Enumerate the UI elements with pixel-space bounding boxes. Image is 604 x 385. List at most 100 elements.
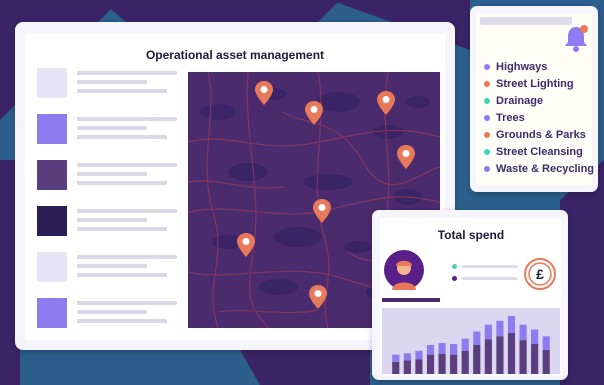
category-label: Waste & Recycling <box>496 163 595 175</box>
categories-header-bar <box>480 17 572 25</box>
asset-thumbnail <box>37 206 67 236</box>
placeholder-text-line <box>77 89 167 93</box>
spend-bar-segment <box>461 338 469 351</box>
category-item[interactable]: Street Cleansing <box>484 145 583 159</box>
placeholder-text-line <box>77 264 147 268</box>
placeholder-text-line <box>77 117 177 121</box>
asset-list-item[interactable] <box>37 298 179 332</box>
category-dot <box>484 149 490 155</box>
asset-thumbnail <box>37 68 67 98</box>
placeholder-text-line <box>77 71 177 75</box>
currency-symbol: £ <box>536 266 544 282</box>
legend-dot-purple <box>452 276 457 281</box>
spend-bar-segment <box>542 349 550 374</box>
category-item[interactable]: Waste & Recycling <box>484 162 594 176</box>
spend-title: Total spend <box>437 228 505 242</box>
map-pin-icon[interactable] <box>236 232 256 258</box>
spend-bar-segment <box>473 331 481 345</box>
spend-bar-segment <box>415 350 423 360</box>
spend-bar-segment <box>403 353 411 361</box>
spend-bar-segment <box>484 324 492 340</box>
spend-bar-segment <box>542 336 550 350</box>
categories-panel: Highways Street Lighting Drainage Trees Grou… <box>476 13 594 185</box>
placeholder-text-line <box>77 310 147 314</box>
panel-title: Operational asset management <box>145 48 325 62</box>
placeholder-text-line <box>77 273 167 277</box>
spend-bar-segment <box>426 344 435 355</box>
placeholder-text-line <box>77 227 167 231</box>
pound-coin-icon: £ <box>524 258 556 290</box>
category-item[interactable]: Drainage <box>484 94 543 108</box>
spend-bar-segment <box>450 344 458 355</box>
spend-bar-segment <box>519 324 527 341</box>
asset-thumbnail <box>37 252 67 282</box>
category-item[interactable]: Grounds & Parks <box>484 128 586 142</box>
category-label: Trees <box>496 112 525 124</box>
map-pin-icon[interactable] <box>312 198 332 224</box>
category-item[interactable]: Street Lighting <box>484 77 574 91</box>
asset-list-item[interactable] <box>37 68 179 102</box>
category-label: Highways <box>496 61 548 73</box>
placeholder-text-line <box>77 126 147 130</box>
spend-bar-segment <box>461 350 469 374</box>
category-item[interactable]: Trees <box>484 111 525 125</box>
spend-bar-segment <box>403 360 411 374</box>
placeholder-text-line <box>77 301 177 305</box>
bell-icon[interactable] <box>562 23 590 53</box>
category-dot <box>484 64 490 70</box>
placeholder-text-line <box>77 218 147 222</box>
placeholder-text-line <box>77 80 147 84</box>
asset-list-item[interactable] <box>37 206 179 240</box>
placeholder-text-line <box>77 135 167 139</box>
spend-bar-segment <box>531 344 539 374</box>
map-pin-icon[interactable] <box>396 144 416 170</box>
legend-line <box>462 265 518 268</box>
spend-bar-segment <box>392 354 400 362</box>
spend-bar-segment <box>519 340 527 374</box>
spend-bar-segment <box>438 353 446 374</box>
asset-list-item[interactable] <box>37 160 179 194</box>
asset-thumbnail <box>37 160 67 190</box>
categories-window: Highways Street Lighting Drainage Trees Grou… <box>470 6 598 192</box>
category-dot <box>484 166 490 172</box>
category-item[interactable]: Highways <box>484 60 547 74</box>
category-label: Street Cleansing <box>496 146 583 158</box>
spend-bar-segment <box>484 339 492 374</box>
spend-bar-segment <box>507 332 516 374</box>
placeholder-text-line <box>77 319 167 323</box>
category-label: Street Lighting <box>496 78 574 90</box>
legend-dot-teal <box>452 264 457 269</box>
spend-bar-segment <box>507 315 516 333</box>
asset-list-item[interactable] <box>37 114 179 148</box>
category-dot <box>484 98 490 104</box>
category-label: Drainage <box>496 95 544 107</box>
map-pin-icon[interactable] <box>308 284 328 310</box>
asset-list-item[interactable] <box>37 252 179 286</box>
asset-thumbnail <box>37 298 67 328</box>
placeholder-text-line <box>77 181 167 185</box>
worker-avatar-icon <box>384 250 424 290</box>
spend-bar-chart <box>382 308 560 374</box>
spend-bar-segment <box>496 320 504 337</box>
spend-bar-segment <box>438 343 446 354</box>
category-dot <box>484 132 490 138</box>
spend-bar-segment <box>531 329 539 345</box>
total-spend-window: Total spend £ <box>372 210 568 380</box>
legend-line <box>462 277 518 280</box>
spend-bar-segment <box>473 344 481 374</box>
category-dot <box>484 81 490 87</box>
map-pin-icon[interactable] <box>304 100 324 126</box>
category-dot <box>484 115 490 121</box>
spend-bar-segment <box>496 336 504 374</box>
spend-bar-segment <box>415 359 423 374</box>
placeholder-text-line <box>77 163 177 167</box>
map-pin-icon[interactable] <box>254 80 274 106</box>
asset-thumbnail <box>37 114 67 144</box>
map-pin-icon[interactable] <box>376 90 396 116</box>
spend-bar-segment <box>392 361 400 374</box>
category-label: Grounds & Parks <box>496 129 586 141</box>
spend-bar-segment <box>450 354 458 374</box>
avatar-underline <box>382 298 440 302</box>
spend-bar-segment <box>426 354 435 374</box>
placeholder-text-line <box>77 255 177 259</box>
